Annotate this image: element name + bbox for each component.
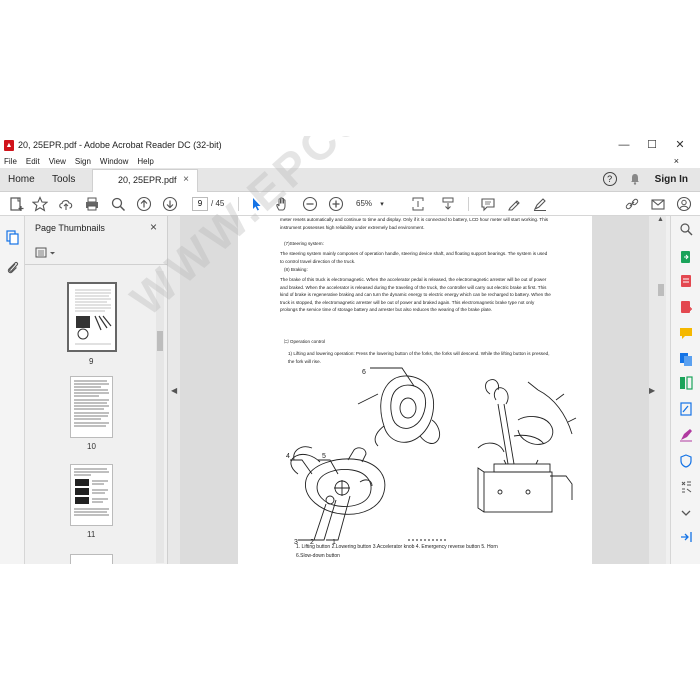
collapse-tools-pane-icon[interactable] [679,530,693,544]
tab-home[interactable]: Home [8,174,35,185]
help-icon[interactable]: ? [602,172,617,186]
page-fit-icon[interactable] [410,196,426,212]
tab-tools[interactable]: Tools [52,174,75,185]
protect-shield-icon[interactable] [679,454,693,468]
more-tools-icon[interactable] [679,480,693,494]
left-navigation-rail [0,216,25,564]
minimize-button[interactable]: — [610,136,638,154]
close-window-button[interactable]: ✕ [666,136,694,154]
fill-sign-icon[interactable] [679,402,693,416]
menu-close-icon[interactable]: × [674,156,679,166]
tab-bar: Home Tools 20, 25EPR.pdf × ? Sign In [0,168,700,192]
page-thumbnail-9[interactable] [67,282,117,352]
menu-window[interactable]: Window [100,157,128,166]
next-page-icon[interactable] [162,196,178,212]
search-tools-icon[interactable] [679,222,693,236]
menu-bar: File Edit View Sign Window Help × [0,154,700,168]
comment-icon[interactable] [480,196,496,212]
tab-document[interactable]: 20, 25EPR.pdf × [92,169,198,192]
comment-tool-icon[interactable] [679,326,693,340]
thumbnail-options-menu[interactable] [35,246,57,258]
figure-caption: 1. Lifting button 2.Lowering button 3.Ac… [296,543,561,561]
document-viewport[interactable]: meter resets automatically and continue … [180,216,649,564]
menu-edit[interactable]: Edit [26,157,40,166]
menu-view[interactable]: View [49,157,66,166]
callout-4: 4 [286,453,290,460]
heading-braking: (8) Braking: [284,267,308,272]
callout-5: 5 [322,453,326,460]
attachment-paperclip-icon[interactable] [5,260,20,275]
menu-file[interactable]: File [4,157,17,166]
scroll-mode-icon[interactable] [440,196,456,212]
combine-files-icon[interactable] [679,352,693,366]
close-panel-icon[interactable]: × [150,220,157,234]
heading-operation-control: ㈡ Operation control [284,339,326,344]
collapse-right-icon[interactable]: ▶ [649,386,655,395]
main-toolbar: 9 / 45 65% ▾ [0,192,700,216]
right-tools-rail [670,216,700,564]
create-pdf-tool-icon[interactable] [679,274,693,288]
right-panel-splitter[interactable]: ▶ [649,216,656,564]
paragraph-lifting-lowering: 1) Lifting and lowering operation: Press… [288,351,550,364]
chevron-down-icon: ▾ [380,201,384,208]
page-thumbnail-12[interactable] [70,554,113,564]
tab-close-icon[interactable]: × [183,174,189,185]
acrobat-app-icon: ▲ [4,139,14,151]
send-for-signature-icon[interactable] [679,428,693,442]
figure-caption-line-2: 6.Slow-down button [296,553,340,559]
thumbnail-page-number: 10 [87,442,96,451]
menu-help[interactable]: Help [137,157,153,166]
thumbnail-page-number: 9 [89,357,94,366]
print-icon[interactable] [84,196,100,212]
export-pdf-icon[interactable] [679,250,693,264]
acrobat-window: ▲ 20, 25EPR.pdf - Adobe Acrobat Reader D… [0,136,700,564]
pdf-page: meter resets automatically and continue … [238,216,592,564]
sign-icon[interactable] [532,196,548,212]
thumbnails-scroll-thumb[interactable] [157,331,163,351]
figure-caption-line-1: 1. Lifting button 2.Lowering button 3.Ac… [296,544,498,550]
zoom-out-icon[interactable] [302,196,318,212]
tab-document-label: 20, 25EPR.pdf [118,175,177,185]
collapse-left-icon[interactable]: ◀ [171,386,177,395]
page-thumbnails-icon[interactable] [5,230,20,245]
previous-page-icon[interactable] [136,196,152,212]
page-thumbnail-10[interactable] [70,376,113,438]
upload-cloud-icon[interactable] [58,196,74,212]
menu-sign[interactable]: Sign [75,157,91,166]
zoom-level-value: 65% [356,199,373,208]
paragraph-steering-system: The steering system mainly composes of o… [280,251,548,264]
document-scroll-thumb[interactable] [658,284,664,296]
zoom-in-icon[interactable] [328,196,344,212]
window-title: 20, 25EPR.pdf - Adobe Acrobat Reader DC … [18,140,222,150]
toolbar-divider [468,197,469,211]
edit-pdf-icon[interactable] [679,300,693,314]
create-pdf-icon[interactable] [8,196,24,212]
heading-steering-system: (7)Steering system: [284,241,324,246]
scroll-up-icon[interactable]: ▲ [657,216,664,223]
thumbnail-page-number: 11 [87,530,96,539]
notification-bell-icon[interactable] [629,173,641,185]
paragraph-braking: The brake of this truck is electromagnet… [280,277,551,312]
email-icon[interactable] [650,196,666,212]
zoom-level-dropdown[interactable]: 65% ▾ [356,197,390,211]
operation-handle-diagram: 6 4 5 3 2 1 [286,367,577,544]
maximize-button[interactable]: ☐ [638,136,666,154]
document-scrollbar[interactable]: ▲ [656,216,666,564]
thumbnails-panel-title: Page Thumbnails [35,223,105,233]
search-icon[interactable] [110,196,126,212]
callout-6: 6 [362,369,366,376]
organize-pages-icon[interactable] [679,376,693,390]
chevron-down-icon[interactable] [679,506,693,520]
share-link-icon[interactable] [624,196,640,212]
highlight-pen-icon[interactable] [506,196,522,212]
page-thumbnail-11[interactable] [70,464,113,526]
sign-in-button[interactable]: Sign In [655,174,688,185]
bookmark-star-icon[interactable] [31,196,49,212]
paragraph-hour-meter: meter resets automatically and continue … [280,217,549,230]
user-account-icon[interactable] [676,196,692,212]
